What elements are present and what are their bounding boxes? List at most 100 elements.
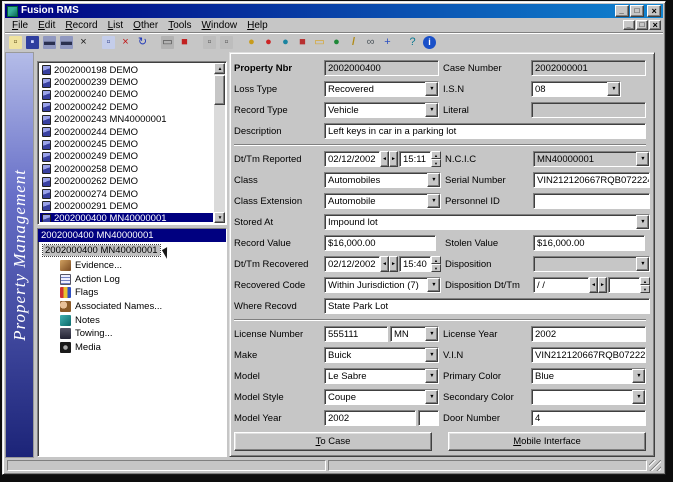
tree-item[interactable]: Flags xyxy=(38,286,226,300)
dropdown-arrow-icon[interactable] xyxy=(425,327,438,341)
class-select[interactable]: Automobiles xyxy=(324,172,441,188)
spin-down-icon[interactable] xyxy=(431,159,441,167)
link-icon[interactable]: ∞ xyxy=(362,35,379,51)
tree-item[interactable]: Notes xyxy=(38,313,226,327)
dropdown-arrow-icon[interactable] xyxy=(636,215,649,229)
spin-up-icon[interactable] xyxy=(431,256,441,264)
save-all-icon[interactable]: ▬ xyxy=(58,35,75,51)
model-year-extra-field[interactable] xyxy=(418,410,439,426)
record-list-item[interactable]: 2002000291 DEMO xyxy=(40,200,213,212)
record-list-item[interactable]: 2002000244 DEMO xyxy=(40,126,213,138)
menu-item[interactable]: List xyxy=(103,19,129,32)
minimize-button[interactable] xyxy=(615,5,629,17)
spin-right-icon[interactable] xyxy=(389,151,398,167)
tree-root-item[interactable]: 2002000400 MN40000001 xyxy=(42,244,161,257)
record-list-item[interactable]: 2002000258 DEMO xyxy=(40,163,213,175)
record-list-item[interactable]: 2002000243 MN40000001 xyxy=(40,114,213,126)
refresh-icon[interactable]: ↻ xyxy=(134,35,151,51)
record-value-field[interactable]: $16,000.00 xyxy=(324,235,436,251)
tree-item[interactable]: Action Log xyxy=(38,273,226,287)
resize-grip[interactable] xyxy=(649,460,661,471)
folder-icon[interactable]: ▭ xyxy=(311,35,328,51)
flag-icon[interactable]: ■ xyxy=(294,35,311,51)
vin-field[interactable]: VIN212120667RQB0722240016 xyxy=(531,347,646,363)
mobile-interface-button[interactable]: Mobile Interface xyxy=(448,432,646,451)
record-list-item[interactable]: 2002000400 MN40000001 xyxy=(40,212,213,222)
spin-down-icon[interactable] xyxy=(431,264,441,272)
record-list-item[interactable]: 2002000262 DEMO xyxy=(40,176,213,188)
dropdown-arrow-icon[interactable] xyxy=(425,369,438,383)
record-list-item[interactable]: 2002000249 DEMO xyxy=(40,151,213,163)
stolen-value-field[interactable]: $16,000.00 xyxy=(533,235,645,251)
date-spinner[interactable] xyxy=(380,151,398,167)
license-year-field[interactable]: 2002 xyxy=(531,326,646,342)
tree-item[interactable]: Towing... xyxy=(38,327,226,341)
model-year-field[interactable]: 2002 xyxy=(324,410,416,426)
record-list-item[interactable]: 2002000198 DEMO xyxy=(40,64,213,76)
dropdown-arrow-icon[interactable] xyxy=(425,103,438,117)
dropdown-arrow-icon[interactable] xyxy=(427,278,440,292)
dropdown-arrow-icon[interactable] xyxy=(427,173,440,187)
menu-item[interactable]: Window xyxy=(197,19,243,32)
menu-item[interactable]: Tools xyxy=(163,19,196,32)
delete-icon[interactable]: × xyxy=(75,35,92,51)
loss-type-select[interactable]: Recovered xyxy=(324,81,439,97)
wrench-icon[interactable]: + xyxy=(379,35,396,51)
record-list-item[interactable]: 2002000242 DEMO xyxy=(40,101,213,113)
copy-icon[interactable]: ▫ xyxy=(100,35,117,51)
recovered-code-select[interactable]: Within Jurisdiction (7) xyxy=(324,277,441,293)
open-record-icon[interactable]: ▪ xyxy=(24,35,41,51)
dropdown-arrow-icon[interactable] xyxy=(425,82,438,96)
record-list-item[interactable]: 2002000240 DEMO xyxy=(40,89,213,101)
mdi-close-button[interactable] xyxy=(649,20,661,30)
tile-windows-icon[interactable]: ▫ xyxy=(201,35,218,51)
property-icon[interactable]: ● xyxy=(328,35,345,51)
dropdown-arrow-icon[interactable] xyxy=(425,348,438,362)
dropdown-arrow-icon[interactable] xyxy=(427,194,440,208)
time-spinner[interactable] xyxy=(431,151,441,167)
spin-up-icon[interactable] xyxy=(431,151,441,159)
mdi-minimize-button[interactable] xyxy=(623,20,635,30)
tree-item[interactable]: Associated Names... xyxy=(38,300,226,314)
dropdown-arrow-icon[interactable] xyxy=(632,390,645,404)
date-spinner[interactable] xyxy=(380,256,398,272)
dropdown-arrow-icon[interactable] xyxy=(607,82,620,96)
new-record-icon[interactable]: ▫ xyxy=(7,35,24,51)
cascade-windows-icon[interactable]: ▫ xyxy=(218,35,235,51)
key-icon[interactable]: ● xyxy=(243,35,260,51)
print-icon[interactable]: ▭ xyxy=(159,35,176,51)
menu-item[interactable]: Record xyxy=(60,19,102,32)
alert-icon[interactable]: ● xyxy=(260,35,277,51)
record-list-item[interactable]: 2002000245 DEMO xyxy=(40,138,213,150)
dropdown-arrow-icon[interactable] xyxy=(632,369,645,383)
scroll-thumb[interactable] xyxy=(214,75,225,105)
spin-left-icon[interactable] xyxy=(380,256,389,272)
door-number-field[interactable]: 4 xyxy=(531,410,646,426)
menu-item[interactable]: File xyxy=(7,19,33,32)
recovered-time-field[interactable]: 15:40 xyxy=(399,256,431,272)
recovered-date-field[interactable]: 02/12/2002 xyxy=(324,256,380,272)
globe-icon[interactable]: ● xyxy=(277,35,294,51)
license-state-select[interactable]: MN xyxy=(390,326,439,342)
record-list-item[interactable]: 2002000274 DEMO xyxy=(40,188,213,200)
time-spinner[interactable] xyxy=(431,256,441,272)
info-icon[interactable]: i xyxy=(421,35,438,51)
isn-select[interactable]: 08 xyxy=(531,81,621,97)
serial-number-field[interactable]: VIN212120667RQB0722240016 xyxy=(533,172,650,188)
primary-color-select[interactable]: Blue xyxy=(531,368,646,384)
tree-item[interactable]: Evidence... xyxy=(38,259,226,273)
spin-left-icon[interactable] xyxy=(380,151,389,167)
menu-item[interactable]: Help xyxy=(242,19,273,32)
to-case-button[interactable]: To Case xyxy=(234,432,432,451)
model-select[interactable]: Le Sabre xyxy=(324,368,439,384)
record-icon[interactable]: ■ xyxy=(176,35,193,51)
menu-item[interactable]: Edit xyxy=(33,19,60,32)
cancel-icon[interactable]: × xyxy=(117,35,134,51)
menu-item[interactable]: Other xyxy=(128,19,163,32)
reported-date-field[interactable]: 02/12/2002 xyxy=(324,151,380,167)
mdi-restore-button[interactable] xyxy=(636,20,648,30)
spin-right-icon[interactable] xyxy=(389,256,398,272)
make-select[interactable]: Buick xyxy=(324,347,439,363)
where-recovd-field[interactable]: State Park Lot xyxy=(324,298,650,314)
help-icon[interactable]: ? xyxy=(404,35,421,51)
